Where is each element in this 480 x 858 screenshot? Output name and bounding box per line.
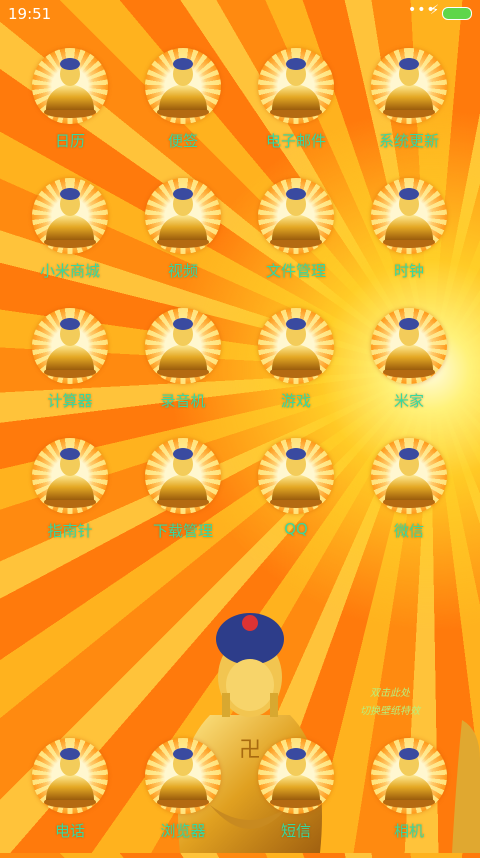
messages-icon: [258, 738, 334, 814]
app-label: 相机: [393, 822, 424, 840]
app-label: 便签: [167, 132, 198, 150]
app-label: 时钟: [393, 262, 424, 280]
app-label: 微信: [393, 522, 424, 540]
games-icon: [258, 308, 334, 384]
app-label: 录音机: [160, 392, 206, 410]
app-compass[interactable]: 指南针: [20, 438, 120, 558]
app-label: 系统更新: [378, 132, 439, 150]
hint-line-1: 双击此处: [370, 688, 410, 699]
app-label: 小米商城: [39, 262, 100, 280]
system-update-icon: [371, 48, 447, 124]
notes-icon: [145, 48, 221, 124]
app-games[interactable]: 游戏: [246, 308, 346, 428]
file-manager-icon: [258, 178, 334, 254]
recorder-icon: [145, 308, 221, 384]
app-recorder[interactable]: 录音机: [133, 308, 233, 428]
qq-icon: [258, 438, 334, 514]
hint-line-2: 切换壁纸特效: [360, 706, 420, 717]
app-label: 日历: [54, 132, 85, 150]
app-label: QQ: [284, 520, 308, 538]
dock-browser[interactable]: 浏览器: [133, 738, 233, 858]
app-mi-store[interactable]: 小米商城: [20, 178, 120, 298]
battery-icon: [442, 7, 472, 20]
downloads-icon: [145, 438, 221, 514]
app-label: 指南针: [47, 522, 93, 540]
app-label: 文件管理: [265, 262, 326, 280]
charging-bolt-icon: ⚡: [430, 3, 440, 18]
camera-icon: [371, 738, 447, 814]
dock-camera[interactable]: 相机: [359, 738, 459, 858]
clock-icon: [371, 178, 447, 254]
mi-home-icon: [371, 308, 447, 384]
app-video[interactable]: 视频: [133, 178, 233, 298]
app-notes[interactable]: 便签: [133, 48, 233, 168]
wechat-icon: [371, 438, 447, 514]
phone-icon: [32, 738, 108, 814]
app-calendar[interactable]: 日历: [20, 48, 120, 168]
app-label: 米家: [393, 392, 424, 410]
app-wechat[interactable]: 微信: [359, 438, 459, 558]
app-calculator[interactable]: 计算器: [20, 308, 120, 428]
app-clock[interactable]: 时钟: [359, 178, 459, 298]
app-label: 浏览器: [160, 822, 206, 840]
browser-icon: [145, 738, 221, 814]
app-label: 电子邮件: [265, 132, 326, 150]
calendar-icon: [32, 48, 108, 124]
app-system-update[interactable]: 系统更新: [359, 48, 459, 168]
app-label: 游戏: [280, 392, 311, 410]
mi-store-icon: [32, 178, 108, 254]
app-mi-home[interactable]: 米家: [359, 308, 459, 428]
app-label: 计算器: [47, 392, 93, 410]
app-email[interactable]: 电子邮件: [246, 48, 346, 168]
app-label: 短信: [280, 822, 311, 840]
status-time: 19:51: [8, 5, 52, 23]
app-label: 电话: [54, 822, 85, 840]
email-icon: [258, 48, 334, 124]
app-label: 视频: [167, 262, 198, 280]
calculator-icon: [32, 308, 108, 384]
dock-phone[interactable]: 电话: [20, 738, 120, 858]
wallpaper-hint-text[interactable]: 双击此处 切换壁纸特效: [340, 685, 440, 721]
dock-messages[interactable]: 短信: [246, 738, 346, 858]
app-downloads[interactable]: 下载管理: [133, 438, 233, 558]
app-file-manager[interactable]: 文件管理: [246, 178, 346, 298]
compass-icon: [32, 438, 108, 514]
app-qq[interactable]: QQ: [246, 438, 346, 558]
video-icon: [145, 178, 221, 254]
app-label: 下载管理: [152, 522, 213, 540]
status-bar: 19:51 ••• ⚡: [0, 0, 480, 28]
